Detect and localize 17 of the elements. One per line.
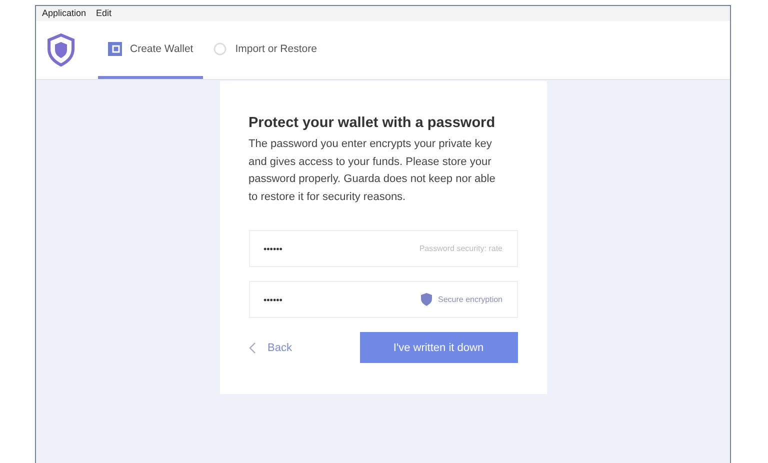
password-field[interactable]: •••••• Secure encryption	[248, 281, 518, 318]
card-title: Protect your wallet with a password	[248, 115, 496, 131]
tab[interactable]: Create Wallet	[98, 21, 204, 79]
tab[interactable]: Import or Restore	[203, 21, 327, 79]
restore-icon	[213, 42, 228, 56]
security-rate-label: Password security: rate	[419, 244, 502, 253]
wallet-icon	[108, 42, 122, 56]
encryption-label: Secure encryption	[438, 295, 502, 304]
shield-logo-icon	[46, 33, 76, 67]
menu-item[interactable]: Application	[42, 8, 86, 19]
password-value: ••••••	[264, 244, 282, 254]
password-field[interactable]: •••••• Password security: rate	[248, 230, 518, 267]
menu-item[interactable]: Edit	[96, 8, 112, 19]
card-description: The password you enter encrypts your private key and gives access to your funds. Please store your password properly. Guarda does not keep nor able to restore it for security reasons.	[248, 137, 496, 204]
shield-icon	[421, 293, 432, 306]
chevron-left-icon	[248, 342, 256, 354]
password-value: ••••••	[264, 294, 282, 304]
